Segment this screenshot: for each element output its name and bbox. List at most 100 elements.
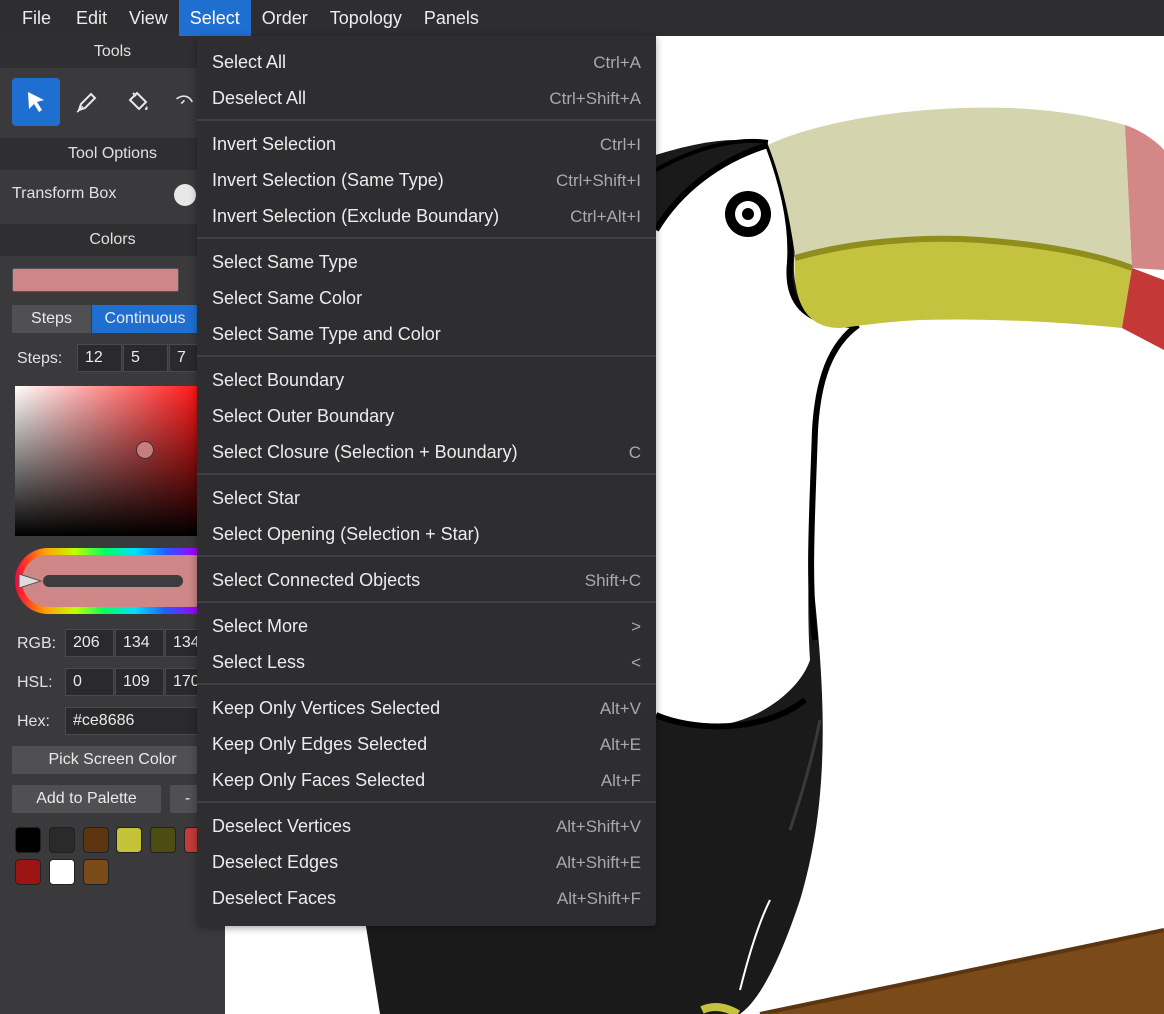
pencil-icon	[76, 92, 97, 113]
menu-item-shortcut: Ctrl+A	[593, 53, 641, 72]
menu-item-shortcut: Ctrl+Alt+I	[570, 207, 641, 226]
hex-field[interactable]: #ce8686	[65, 707, 199, 735]
menu-item-shortcut: Alt+F	[600, 771, 641, 790]
menu-item-select-more[interactable]: Select More >	[197, 608, 656, 644]
menu-item-label: Deselect Vertices	[212, 816, 352, 836]
continuous-mode-button[interactable]: Continuous	[92, 305, 198, 333]
menu-item-select-connected-objects[interactable]: Select Connected Objects Shift+C	[197, 562, 656, 598]
fill-tool-button[interactable]	[114, 78, 162, 126]
menu-item-shortcut: Shift+C	[584, 571, 641, 590]
rgb-r-field[interactable]: 206	[65, 629, 114, 657]
pencil-tool-button[interactable]	[63, 78, 111, 126]
palette-swatch[interactable]	[49, 859, 75, 885]
left-panel: Tools Tool Options Transform Box Colors …	[0, 36, 225, 1014]
menu-item-label: Select Outer Boundary	[212, 406, 395, 426]
menu-item-label: Deselect Edges	[212, 852, 339, 872]
color-picker-cursor[interactable]	[136, 441, 154, 459]
hue-slider-handle-icon[interactable]	[17, 572, 45, 590]
menu-separator	[197, 237, 656, 239]
menu-select[interactable]: Select	[178, 0, 251, 36]
menu-item-keep-only-vertices-selected[interactable]: Keep Only Vertices Selected Alt+V	[197, 690, 656, 726]
menu-item-label: Select Connected Objects	[212, 570, 421, 590]
select-menu-dropdown: Select All Ctrl+A Deselect All Ctrl+Shift+A…	[197, 36, 656, 926]
menu-item-label: Keep Only Edges Selected	[212, 734, 428, 754]
transform-box-toggle[interactable]	[174, 184, 196, 206]
menu-item-keep-only-faces-selected[interactable]: Keep Only Faces Selected Alt+F	[197, 762, 656, 798]
menu-item-invert-selection[interactable]: Invert Selection Ctrl+I	[197, 126, 656, 162]
menubar: File Edit View Select Order Topology Pan…	[0, 0, 1164, 36]
menu-order[interactable]: Order	[251, 0, 319, 36]
menu-item-shortcut: >	[631, 617, 641, 636]
menu-item-shortcut: Alt+Shift+V	[555, 817, 641, 836]
menu-item-select-opening-selection-star[interactable]: Select Opening (Selection + Star)	[197, 516, 656, 552]
palette-swatch[interactable]	[15, 859, 41, 885]
menu-item-label: Select Less	[212, 652, 306, 672]
menu-separator	[197, 355, 656, 357]
transform-box-label: Transform Box	[12, 185, 117, 202]
menu-item-label: Select Closure (Selection + Boundary)	[212, 442, 518, 462]
menu-edit[interactable]: Edit	[65, 0, 118, 36]
menu-item-select-same-type[interactable]: Select Same Type	[197, 244, 656, 280]
menu-item-shortcut: Alt+E	[599, 735, 641, 754]
paint-bucket-icon	[128, 91, 148, 111]
tool-options-header: Tool Options	[0, 138, 225, 170]
pick-screen-color-button[interactable]: Pick Screen Color	[12, 746, 213, 774]
menu-item-select-same-color[interactable]: Select Same Color	[197, 280, 656, 316]
app-window: File Edit View Select Order Topology Pan…	[0, 0, 1164, 1014]
menu-item-label: Select Same Type and Color	[212, 324, 441, 344]
current-color-swatch[interactable]	[12, 268, 179, 292]
menu-item-invert-selection-exclude-boundary[interactable]: Invert Selection (Exclude Boundary) Ctrl+…	[197, 198, 656, 234]
sculpt-curve-icon	[176, 95, 193, 105]
steps-field-3[interactable]: 7	[169, 344, 199, 372]
add-to-palette-button[interactable]: Add to Palette	[12, 785, 161, 813]
menu-panels[interactable]: Panels	[413, 0, 490, 36]
steps-mode-button[interactable]: Steps	[12, 305, 91, 333]
saturation-value-picker[interactable]	[15, 386, 215, 536]
menu-topology[interactable]: Topology	[319, 0, 413, 36]
menu-item-shortcut: C	[628, 443, 641, 462]
menu-item-label: Invert Selection	[212, 134, 337, 154]
menu-item-shortcut: Ctrl+Shift+I	[555, 171, 641, 190]
menu-item-invert-selection-same-type[interactable]: Invert Selection (Same Type) Ctrl+Shift+I	[197, 162, 656, 198]
select-tool-button[interactable]	[12, 78, 60, 126]
rgb-g-field[interactable]: 134	[115, 629, 164, 657]
menu-item-label: Invert Selection (Exclude Boundary)	[212, 206, 500, 226]
palette-swatch[interactable]	[15, 827, 41, 853]
palette-swatch[interactable]	[116, 827, 142, 853]
steps-field-2[interactable]: 5	[123, 344, 168, 372]
palette-swatch[interactable]	[49, 827, 75, 853]
palette-swatch[interactable]	[83, 859, 109, 885]
hsl-l-field[interactable]: 170	[165, 668, 199, 696]
menu-item-deselect-vertices[interactable]: Deselect Vertices Alt+Shift+V	[197, 808, 656, 844]
menu-item-deselect-all[interactable]: Deselect All Ctrl+Shift+A	[197, 80, 656, 116]
menu-item-select-all[interactable]: Select All Ctrl+A	[197, 44, 656, 80]
colors-header: Colors	[0, 224, 225, 256]
menu-file[interactable]: File	[0, 0, 65, 36]
rgb-b-field[interactable]: 134	[165, 629, 199, 657]
menu-item-keep-only-edges-selected[interactable]: Keep Only Edges Selected Alt+E	[197, 726, 656, 762]
arrow-cursor-icon	[28, 92, 44, 112]
menu-item-select-star[interactable]: Select Star	[197, 480, 656, 516]
menu-item-deselect-edges[interactable]: Deselect Edges Alt+Shift+E	[197, 844, 656, 880]
menu-item-deselect-faces[interactable]: Deselect Faces Alt+Shift+F	[197, 880, 656, 916]
hue-slider-track[interactable]	[43, 575, 183, 587]
menu-separator	[197, 801, 656, 803]
hsl-s-field[interactable]: 109	[115, 668, 164, 696]
menu-item-select-same-type-and-color[interactable]: Select Same Type and Color	[197, 316, 656, 352]
menu-item-select-closure-selection-boundary[interactable]: Select Closure (Selection + Boundary) C	[197, 434, 656, 470]
menu-item-select-less[interactable]: Select Less <	[197, 644, 656, 680]
sculpt-tool-button[interactable]	[165, 78, 197, 126]
menu-item-shortcut: <	[631, 653, 641, 672]
menu-item-select-outer-boundary[interactable]: Select Outer Boundary	[197, 398, 656, 434]
steps-field-1[interactable]: 12	[77, 344, 122, 372]
palette-swatch[interactable]	[150, 827, 176, 853]
menu-separator	[197, 119, 656, 121]
menu-item-shortcut: Ctrl+I	[599, 135, 641, 154]
palette-swatch[interactable]	[83, 827, 109, 853]
menu-item-select-boundary[interactable]: Select Boundary	[197, 362, 656, 398]
menu-view[interactable]: View	[118, 0, 179, 36]
hsl-label: HSL:	[17, 674, 53, 691]
hsl-h-field[interactable]: 0	[65, 668, 114, 696]
menu-item-label: Deselect All	[212, 88, 307, 108]
menu-item-shortcut: Alt+Shift+F	[556, 889, 641, 908]
